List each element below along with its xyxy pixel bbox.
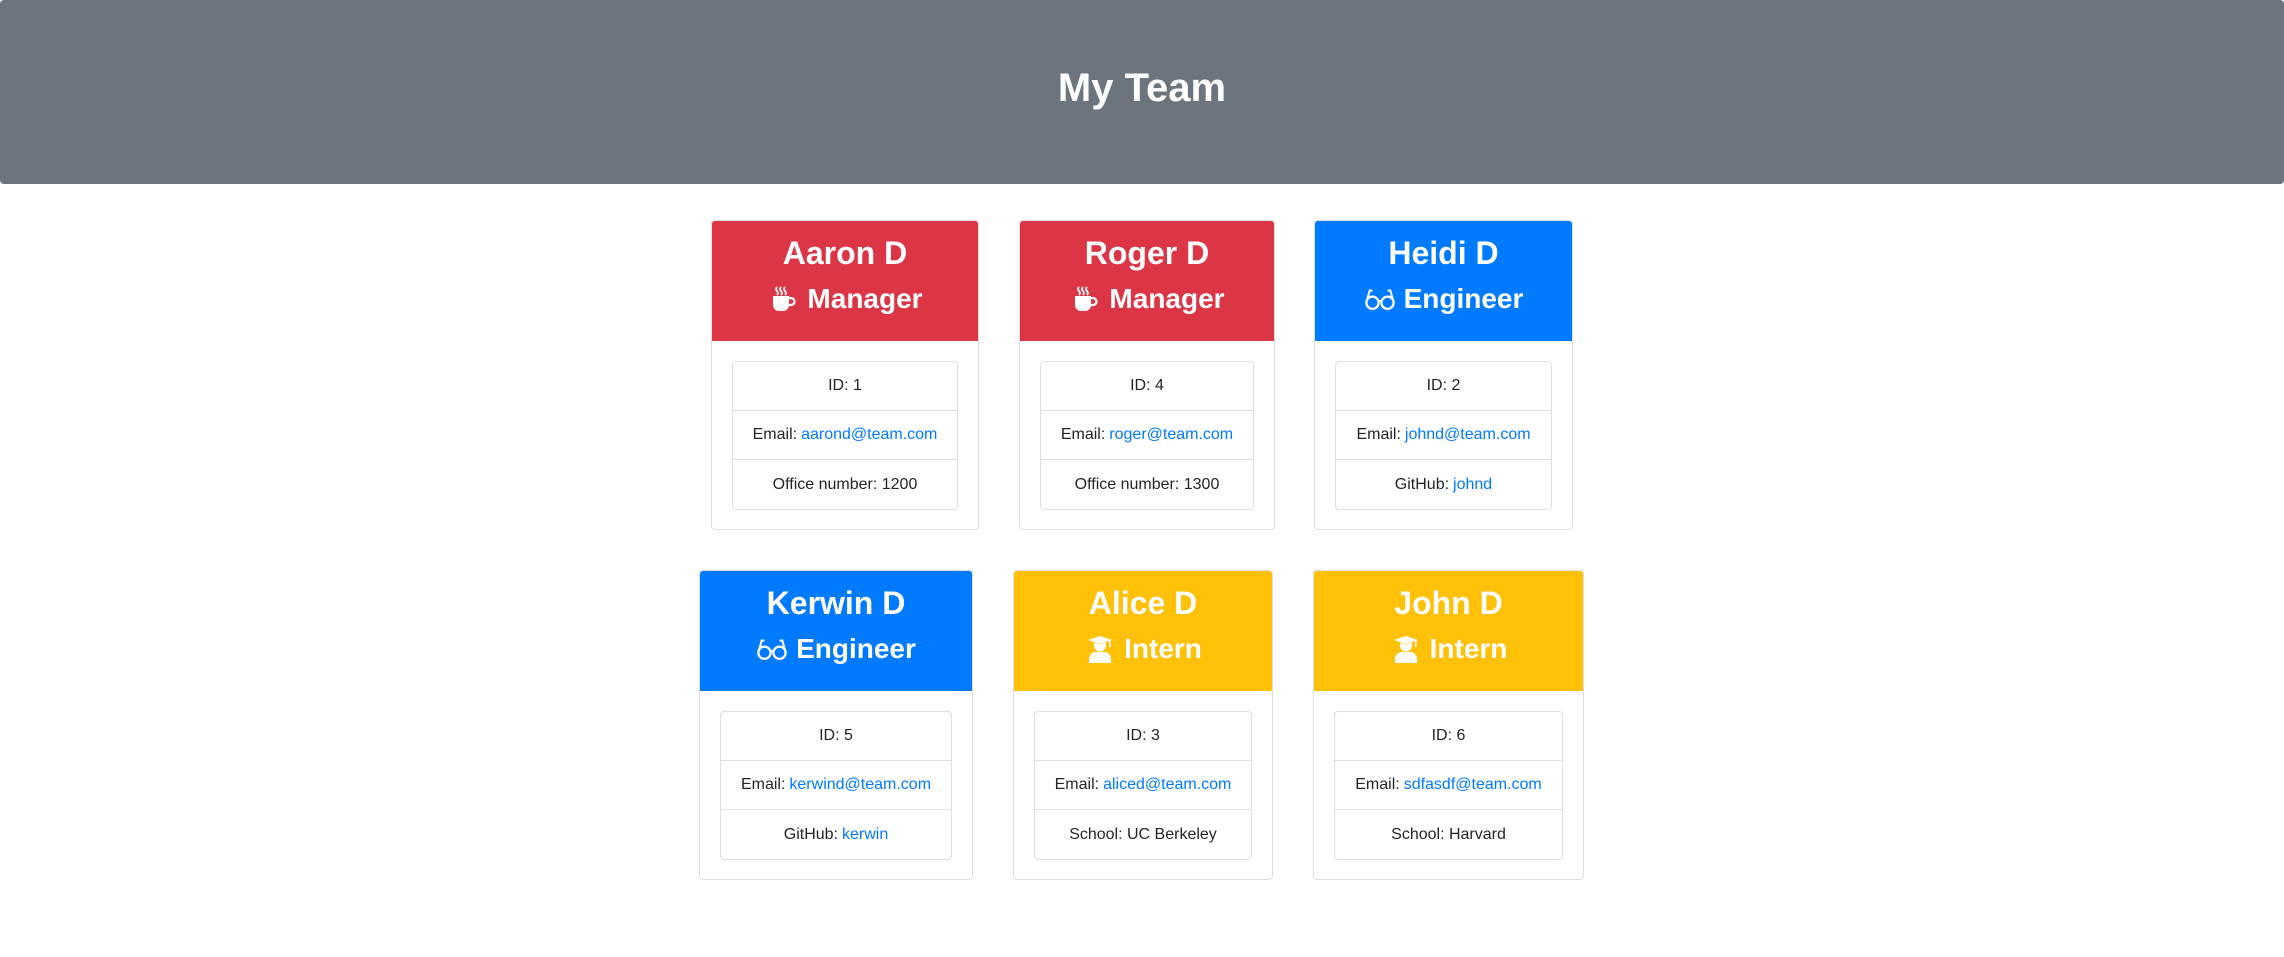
graduate-icon [1390, 633, 1422, 665]
email-item: Email: johnd@team.com [1336, 411, 1551, 460]
card-header: Aaron D Manager [712, 221, 978, 341]
school-label: School: Harvard [1391, 825, 1506, 843]
email-link[interactable]: sdfasdf@team.com [1404, 776, 1542, 794]
page-title: My Team [1057, 65, 1227, 110]
email-item: Email: aliced@team.com [1035, 761, 1251, 810]
info-list: ID: 4 Email: roger@team.com Office number… [1040, 361, 1254, 510]
employee-role: Intern [1014, 629, 1272, 669]
card-header: John D Intern [1314, 571, 1583, 691]
role-label: Intern [1124, 633, 1202, 664]
id-label: ID: 2 [1426, 377, 1461, 394]
office-number-item: Office number: 1300 [1041, 460, 1253, 509]
employee-name: Aaron D [782, 235, 908, 271]
email-label: Email: [1054, 776, 1100, 793]
email-item: Email: kerwind@team.com [721, 761, 951, 810]
github-item: GitHub: johnd [1336, 460, 1551, 509]
role-label: Intern [1429, 633, 1508, 664]
employee-card: Aaron D Manager ID: 1 Email: aarond@team.… [711, 220, 979, 530]
office-number-label: Office number: 1200 [772, 475, 918, 493]
github-link[interactable]: johnd [1453, 476, 1492, 494]
coffee-icon [1069, 283, 1101, 315]
employee-name: Heidi D [1388, 235, 1499, 271]
employee-card: Heidi D Engineer ID: 2 Email: johnd@team.… [1314, 220, 1573, 530]
info-list: ID: 1 Email: aarond@team.com Office numbe… [732, 361, 958, 510]
id-label: ID: 5 [819, 727, 853, 744]
email-link[interactable]: aliced@team.com [1103, 776, 1231, 794]
office-number-label: Office number: 1300 [1074, 475, 1220, 493]
employee-name: John D [1394, 585, 1503, 621]
id-item: ID: 4 [1041, 362, 1253, 411]
email-label: Email: [752, 426, 798, 443]
id-item: ID: 3 [1035, 712, 1251, 761]
employee-role: Intern [1314, 629, 1583, 669]
card-header: Alice D Intern [1014, 571, 1272, 691]
info-list: ID: 2 Email: johnd@team.com GitHub: johnd [1335, 361, 1552, 510]
id-item: ID: 2 [1336, 362, 1551, 411]
coffee-icon [767, 283, 799, 315]
id-item: ID: 1 [733, 362, 957, 411]
id-label: ID: 1 [828, 377, 862, 394]
employee-role: Engineer [1315, 279, 1572, 319]
office-number-item: Office number: 1200 [733, 460, 957, 509]
employee-card: Kerwin D Engineer ID: 5 Email: kerwind@te… [699, 570, 973, 880]
id-label: ID: 4 [1130, 377, 1164, 394]
card-header: Kerwin D Engineer [700, 571, 972, 691]
email-label: Email: [740, 776, 786, 793]
id-item: ID: 5 [721, 712, 951, 761]
school-label: School: UC Berkeley [1069, 825, 1217, 843]
employee-card: John D Intern ID: 6 Email: sdfasdf@team.c… [1313, 570, 1584, 880]
role-label: Engineer [796, 633, 916, 664]
page-header: My Team [0, 0, 2284, 184]
id-label: ID: 6 [1431, 727, 1466, 744]
graduate-icon [1084, 633, 1116, 665]
card-header: Roger D Manager [1020, 221, 1274, 341]
github-item: GitHub: kerwin [721, 810, 951, 859]
email-label: Email: [1356, 426, 1401, 443]
github-label: GitHub: [783, 825, 838, 843]
email-link[interactable]: aarond@team.com [801, 426, 937, 444]
employee-name: Alice D [1088, 585, 1198, 621]
employee-role: Manager [712, 279, 978, 319]
email-item: Email: sdfasdf@team.com [1335, 761, 1562, 810]
card-header: Heidi D Engineer [1315, 221, 1572, 341]
github-link[interactable]: kerwin [842, 826, 888, 844]
email-label: Email: [1355, 776, 1400, 793]
employee-card: Roger D Manager ID: 4 Email: roger@team.c… [1019, 220, 1275, 530]
employee-role: Engineer [700, 629, 972, 669]
employee-name: Roger D [1084, 235, 1210, 271]
email-link[interactable]: johnd@team.com [1405, 426, 1531, 444]
email-link[interactable]: roger@team.com [1109, 426, 1233, 444]
email-link[interactable]: kerwind@team.com [789, 776, 931, 794]
role-label: Manager [807, 283, 923, 314]
glasses-icon [1364, 283, 1396, 315]
school-item: School: Harvard [1335, 810, 1562, 859]
employee-role: Manager [1020, 279, 1274, 319]
email-label: Email: [1060, 426, 1106, 443]
info-list: ID: 5 Email: kerwind@team.com GitHub: kerw… [720, 711, 952, 860]
role-label: Manager [1109, 283, 1225, 314]
employee-name: Kerwin D [766, 585, 906, 621]
email-item: Email: roger@team.com [1041, 411, 1253, 460]
info-list: ID: 6 Email: sdfasdf@team.com School: Har… [1334, 711, 1563, 860]
employee-card: Alice D Intern ID: 3 Email: aliced@team.c… [1013, 570, 1273, 880]
id-label: ID: 3 [1126, 727, 1160, 744]
role-label: Engineer [1403, 283, 1524, 314]
email-item: Email: aarond@team.com [733, 411, 957, 460]
glasses-icon [756, 633, 788, 665]
github-label: GitHub: [1394, 475, 1450, 493]
school-item: School: UC Berkeley [1035, 810, 1251, 859]
id-item: ID: 6 [1335, 712, 1562, 761]
info-list: ID: 3 Email: aliced@team.com School: UC B… [1034, 711, 1252, 860]
